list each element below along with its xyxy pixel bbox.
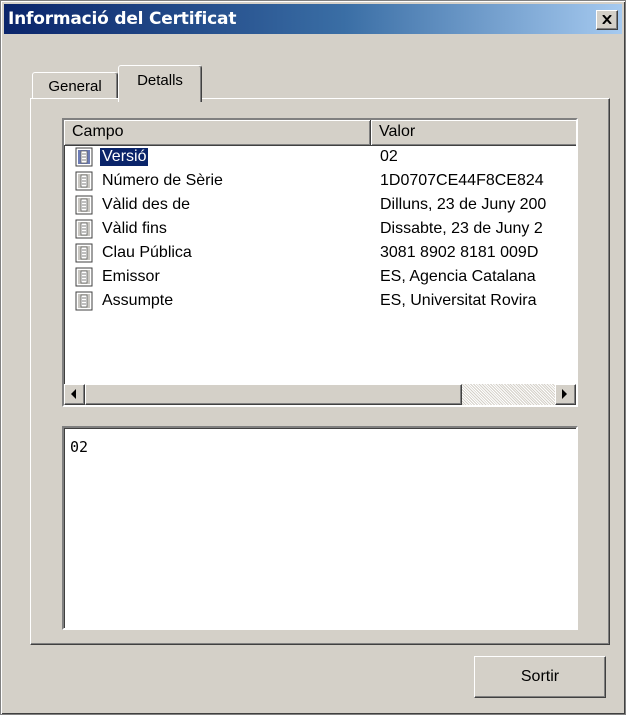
field-name: Clau Pública bbox=[102, 244, 192, 261]
list-item[interactable]: Versió 02 bbox=[64, 146, 574, 169]
exit-button[interactable]: Sortir bbox=[474, 656, 606, 698]
list-item[interactable]: Vàlid fins Dissabte, 23 de Juny 2 bbox=[64, 218, 574, 241]
certificate-field-icon bbox=[75, 243, 93, 263]
certificate-field-icon bbox=[75, 171, 93, 191]
tab-general[interactable]: General bbox=[32, 72, 118, 99]
arrow-left-icon bbox=[71, 389, 76, 399]
field-name: Número de Sèrie bbox=[102, 172, 223, 189]
column-header-value-label: Valor bbox=[379, 123, 416, 140]
list-header: Campo Valor bbox=[64, 120, 576, 146]
list-item[interactable]: Clau Pública 3081 8902 8181 009D bbox=[64, 242, 574, 265]
list-item[interactable]: Assumpte ES, Universitat Rovira bbox=[64, 290, 574, 313]
scroll-left-button[interactable] bbox=[64, 384, 85, 405]
list-item[interactable]: Emissor ES, Agencia Catalana bbox=[64, 266, 574, 289]
column-header-field[interactable]: Campo bbox=[64, 120, 371, 146]
field-value: 3081 8902 8181 009D bbox=[380, 244, 539, 261]
field-value: Dilluns, 23 de Juny 200 bbox=[380, 196, 547, 213]
field-name: Assumpte bbox=[102, 292, 174, 309]
certificate-field-icon bbox=[75, 291, 93, 311]
certificate-field-icon bbox=[75, 195, 93, 215]
certificate-field-icon bbox=[75, 147, 93, 167]
field-name: Vàlid fins bbox=[102, 220, 167, 237]
close-icon bbox=[602, 15, 612, 24]
column-header-value[interactable]: Valor bbox=[371, 120, 576, 146]
scroll-right-button[interactable] bbox=[555, 384, 576, 405]
field-value: Dissabte, 23 de Juny 2 bbox=[380, 220, 543, 237]
arrow-right-icon bbox=[562, 389, 567, 399]
tab-details-label: Detalls bbox=[137, 72, 183, 89]
tab-details[interactable]: Detalls bbox=[118, 65, 202, 102]
scroll-thumb[interactable] bbox=[85, 384, 462, 405]
certificate-fields-list[interactable]: Campo Valor Versió 02 Número de Sèrie 1D070… bbox=[62, 118, 578, 407]
column-header-field-label: Campo bbox=[72, 123, 124, 140]
field-value: 1D0707CE44F8CE824 bbox=[380, 172, 544, 189]
field-detail-text: 02 bbox=[70, 438, 89, 456]
scroll-track[interactable] bbox=[85, 384, 555, 405]
field-name: Vàlid des de bbox=[102, 196, 191, 213]
certificate-field-icon bbox=[75, 219, 93, 239]
list-item[interactable]: Número de Sèrie 1D0707CE44F8CE824 bbox=[64, 170, 574, 193]
horizontal-scrollbar[interactable] bbox=[64, 384, 576, 405]
close-button[interactable] bbox=[596, 10, 618, 30]
field-name: Versió bbox=[100, 148, 149, 166]
field-name: Emissor bbox=[102, 268, 160, 285]
list-item[interactable]: Vàlid des de Dilluns, 23 de Juny 200 bbox=[64, 194, 574, 217]
tab-general-label: General bbox=[48, 78, 102, 95]
title-bar[interactable]: Informació del Certificat bbox=[4, 4, 622, 34]
window-title: Informació del Certificat bbox=[8, 9, 237, 29]
exit-button-label: Sortir bbox=[520, 668, 560, 685]
field-value: ES, Universitat Rovira bbox=[380, 292, 537, 309]
certificate-field-icon bbox=[75, 267, 93, 287]
field-value: ES, Agencia Catalana bbox=[380, 268, 536, 285]
field-detail-box[interactable]: 02 bbox=[62, 426, 578, 630]
field-value: 02 bbox=[380, 148, 398, 165]
